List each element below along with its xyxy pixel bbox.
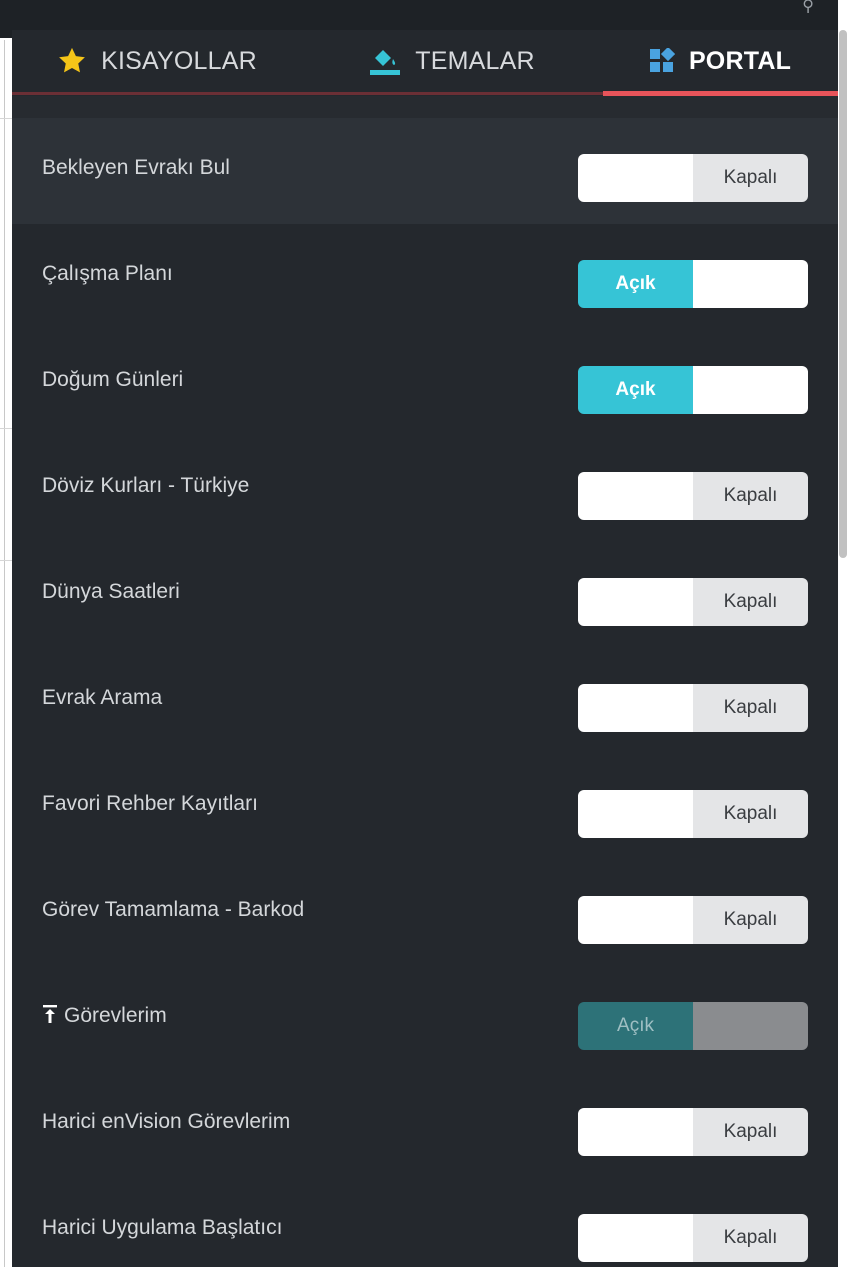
item-label-with-pin: Görevlerim <box>42 1004 167 1028</box>
tab-kisayollar[interactable]: KISAYOLLAR <box>12 30 302 92</box>
toggle-switch[interactable]: Kapalı <box>578 1108 808 1156</box>
paint-bucket-icon <box>369 46 401 76</box>
item-label: Görevlerim <box>64 1004 167 1027</box>
list-item: Harici enVision Görevlerim Kapalı <box>12 1072 838 1178</box>
item-label: Görev Tamamlama - Barkod <box>42 898 305 921</box>
toggle-switch[interactable]: Kapalı <box>578 1214 808 1262</box>
toggle-switch[interactable]: Kapalı <box>578 578 808 626</box>
item-label: Doğum Günleri <box>42 368 184 391</box>
tab-portal[interactable]: PORTAL <box>602 30 838 92</box>
toggle-switch-disabled: Açık <box>578 1002 808 1050</box>
widget-list: Bekleyen Evrakı Bul Kapalı Çalışma Planı… <box>12 118 838 1267</box>
item-label: Harici Uygulama Başlatıcı <box>42 1216 283 1239</box>
list-item: Bekleyen Evrakı Bul Kapalı <box>12 118 838 224</box>
star-icon <box>57 46 87 76</box>
tab-bar: KISAYOLLAR TEMALAR PORTAL <box>12 30 838 92</box>
pin-top-icon[interactable] <box>42 1004 58 1028</box>
list-item: Döviz Kurları - Türkiye Kapalı <box>12 436 838 542</box>
toggle-switch[interactable]: Açık <box>578 260 808 308</box>
list-item: Doğum Günleri Açık <box>12 330 838 436</box>
toggle-state: Kapalı <box>693 684 808 732</box>
toggle-switch[interactable]: Kapalı <box>578 896 808 944</box>
toggle-state: Kapalı <box>693 154 808 202</box>
settings-panel: ⚲ KISAYOLLAR TEMALAR PORTAL Bekleyen Evr… <box>12 0 838 1267</box>
panel-topbar: ⚲ <box>12 0 838 30</box>
scrollbar-thumb[interactable] <box>839 30 847 558</box>
toggle-switch[interactable]: Kapalı <box>578 154 808 202</box>
toggle-state: Kapalı <box>693 1108 808 1156</box>
list-item: Harici Uygulama Başlatıcı Kapalı <box>12 1178 838 1267</box>
toggle-state: Kapalı <box>693 896 808 944</box>
item-label: Dünya Saatleri <box>42 580 180 603</box>
toggle-switch[interactable]: Açık <box>578 366 808 414</box>
item-label: Harici enVision Görevlerim <box>42 1110 291 1133</box>
portal-settings-page: ⚲ KISAYOLLAR TEMALAR PORTAL Bekleyen Evr… <box>0 0 848 1267</box>
list-item: Görev Tamamlama - Barkod Kapalı <box>12 860 838 966</box>
toggle-switch[interactable]: Kapalı <box>578 684 808 732</box>
toggle-state: Açık <box>578 1002 693 1050</box>
toggle-state: Kapalı <box>693 578 808 626</box>
widgets-icon <box>649 48 675 74</box>
toggle-state: Kapalı <box>693 1214 808 1262</box>
tab-temalar[interactable]: TEMALAR <box>302 30 602 92</box>
item-label: Evrak Arama <box>42 686 163 709</box>
item-label: Çalışma Planı <box>42 262 173 285</box>
tab-temalar-label: TEMALAR <box>415 46 535 75</box>
item-label: Bekleyen Evrakı Bul <box>42 156 230 179</box>
list-item: Evrak Arama Kapalı <box>12 648 838 754</box>
background-page-edge <box>0 0 12 1267</box>
pin-corner-icon[interactable]: ⚲ <box>802 0 814 16</box>
item-label: Döviz Kurları - Türkiye <box>42 474 250 497</box>
list-item: Dünya Saatleri Kapalı <box>12 542 838 648</box>
tab-kisayollar-label: KISAYOLLAR <box>101 46 257 75</box>
tab-portal-label: PORTAL <box>688 46 792 75</box>
list-item: Görevlerim Açık <box>12 966 838 1072</box>
toggle-switch[interactable]: Kapalı <box>578 790 808 838</box>
toggle-state: Açık <box>578 260 693 308</box>
toggle-state: Kapalı <box>693 790 808 838</box>
item-label: Favori Rehber Kayıtları <box>42 792 258 815</box>
list-item: Favori Rehber Kayıtları Kapalı <box>12 754 838 860</box>
toggle-state: Kapalı <box>693 472 808 520</box>
toggle-switch[interactable]: Kapalı <box>578 472 808 520</box>
toggle-state: Açık <box>578 366 693 414</box>
list-item: Çalışma Planı Açık <box>12 224 838 330</box>
